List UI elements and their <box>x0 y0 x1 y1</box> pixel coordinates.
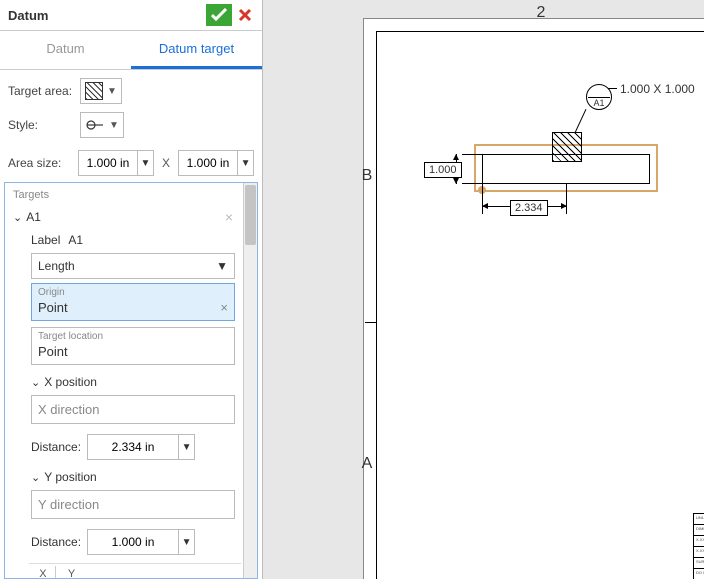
origin-tiny-label: Origin <box>32 284 234 298</box>
chevron-down-icon: ▼ <box>109 120 119 131</box>
datum-panel: Datum Datum Datum target Target area: ▼ … <box>0 0 263 579</box>
drawing-canvas[interactable]: 2 B A 1.000 X 1.000 A1 <box>263 0 704 579</box>
target-area-select[interactable]: ▼ <box>80 78 122 104</box>
label-value: A1 <box>68 233 83 247</box>
origin-input[interactable]: Origin Point × <box>31 283 235 321</box>
style-icon <box>85 115 105 135</box>
x-position-label: X position <box>44 375 97 389</box>
panel-title: Datum <box>8 8 48 23</box>
chevron-down-icon: ▼ <box>107 86 117 97</box>
zone-divider <box>365 322 377 323</box>
hatch-icon <box>85 82 103 100</box>
y-distance-label: Distance: <box>31 535 81 549</box>
y-direction-input[interactable]: Y direction <box>31 490 235 519</box>
length-select[interactable]: Length ▼ <box>31 253 235 279</box>
clear-origin-button[interactable]: × <box>220 300 228 315</box>
x-distance-field[interactable] <box>88 440 178 454</box>
x-distance-input[interactable]: ▼ <box>87 434 195 460</box>
x-direction-input[interactable]: X direction <box>31 395 235 424</box>
label-key: Label <box>31 233 60 247</box>
chevron-down-icon[interactable]: ▼ <box>178 530 194 554</box>
balloon-leader <box>575 109 587 133</box>
x-position-header[interactable]: ⌄ X position <box>29 371 241 393</box>
origin-value: Point <box>38 300 68 315</box>
chevron-down-icon[interactable]: ▼ <box>178 435 194 459</box>
target-a1-header[interactable]: ⌄ A1 × <box>11 205 241 229</box>
chevron-down-icon: ▼ <box>216 259 228 273</box>
row-zone-b: B <box>360 32 374 320</box>
y-distance-input[interactable]: ▼ <box>87 529 195 555</box>
area-height-input[interactable]: ▼ <box>178 150 254 176</box>
area-height-field[interactable] <box>179 156 237 170</box>
tabs: Datum Datum target <box>0 31 262 70</box>
y-direction-value: Y direction <box>38 497 99 512</box>
style-select[interactable]: ▼ <box>80 112 124 138</box>
balloon-id: A1 <box>587 98 611 108</box>
target-location-input[interactable]: Target location Point <box>31 327 235 365</box>
x-direction-value: X direction <box>38 402 99 417</box>
y-distance-field[interactable] <box>88 535 178 549</box>
drawing-sheet: 2 B A 1.000 X 1.000 A1 <box>363 18 704 579</box>
target-location-tiny-label: Target location <box>32 328 234 342</box>
panel-header: Datum <box>0 0 262 31</box>
remove-target-button[interactable]: × <box>225 209 233 225</box>
area-width-input[interactable]: ▼ <box>78 150 154 176</box>
target-location-value: Point <box>38 344 68 359</box>
column-zone-label: 2 <box>349 4 704 22</box>
cancel-button[interactable] <box>234 4 256 26</box>
targets-title: Targets <box>11 187 241 205</box>
close-icon <box>238 8 252 22</box>
drawing-frame: B A 1.000 X 1.000 A1 <box>376 31 704 579</box>
title-block: UNLESS O DIMENSIO X.XX = ±. X.XXX = ± SU… <box>693 513 704 579</box>
ok-button[interactable] <box>206 4 232 26</box>
chevron-down-icon[interactable]: ▼ <box>237 151 253 175</box>
length-label: Length <box>38 259 75 273</box>
vertical-dim-value[interactable]: 1.000 <box>424 162 462 178</box>
chevron-down-icon: ⌄ <box>13 211 22 224</box>
scrollbar-thumb[interactable] <box>245 185 256 245</box>
area-size-label: Area size: <box>8 156 74 170</box>
datum-target-balloon[interactable]: A1 <box>586 84 612 110</box>
chevron-down-icon: ⌄ <box>31 376 40 389</box>
chevron-down-icon[interactable]: ▼ <box>137 151 153 175</box>
x-header-label: X <box>39 568 46 578</box>
drawing-view: 1.000 X 1.000 A1 1.000 <box>422 132 662 242</box>
targets-scrollbar[interactable] <box>243 183 257 578</box>
area-width-field[interactable] <box>79 156 137 170</box>
tab-datum-target[interactable]: Datum target <box>131 31 262 69</box>
balloon-note: 1.000 X 1.000 <box>620 82 695 96</box>
chevron-down-icon: ⌄ <box>31 471 40 484</box>
x-axis-toggle[interactable]: X ↗ <box>31 566 56 578</box>
targets-box: Targets ⌄ A1 × Label A1 Length ▼ Origin <box>4 182 258 579</box>
y-position-header[interactable]: ⌄ Y position <box>29 466 241 488</box>
y-header-label: Y <box>68 568 75 578</box>
x-distance-label: Distance: <box>31 440 81 454</box>
row-zone-a: A <box>360 320 374 579</box>
y-axis-toggle[interactable]: Y ↗ <box>60 566 84 578</box>
y-position-label: Y position <box>44 470 96 484</box>
check-icon <box>211 8 227 22</box>
tab-datum[interactable]: Datum <box>0 31 131 69</box>
horizontal-dim-value[interactable]: 2.334 <box>510 200 548 216</box>
target-area-square[interactable] <box>552 132 582 162</box>
multiply-x: X <box>158 156 174 170</box>
target-a1-name: A1 <box>26 210 41 224</box>
target-area-label: Target area: <box>8 84 74 98</box>
style-label: Style: <box>8 118 74 132</box>
